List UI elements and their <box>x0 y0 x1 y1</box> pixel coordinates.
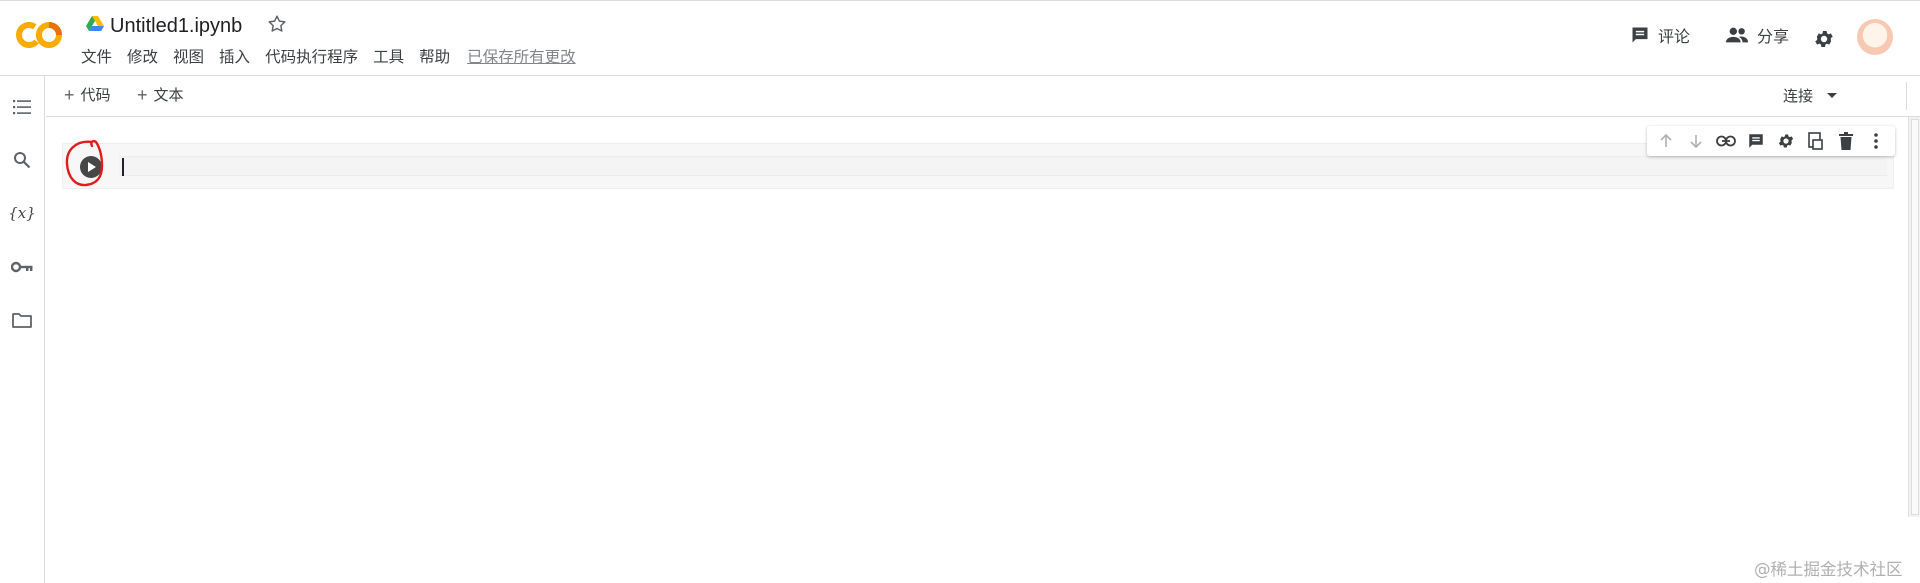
move-up-button[interactable] <box>1655 130 1677 152</box>
connect-label: 连接 <box>1783 88 1814 105</box>
caret-down-icon[interactable] <box>1827 93 1838 98</box>
drive-icon <box>86 16 104 31</box>
menu-tools[interactable]: 工具 <box>373 48 404 68</box>
toc-icon[interactable] <box>11 96 33 118</box>
cell-settings-button[interactable] <box>1775 130 1797 152</box>
copy-link-button[interactable] <box>1715 130 1737 152</box>
add-text-button[interactable]: + 文本 <box>137 84 184 105</box>
more-vert-icon <box>1874 133 1878 149</box>
link-icon <box>1716 135 1736 147</box>
comment-icon <box>1749 134 1763 148</box>
menu-view[interactable]: 视图 <box>173 48 204 68</box>
delete-icon <box>1839 132 1853 150</box>
move-down-button[interactable] <box>1685 130 1707 152</box>
code-editor[interactable] <box>119 156 1887 176</box>
notebook-title[interactable]: Untitled1.ipynb <box>110 12 242 40</box>
comment-icon <box>1632 27 1648 43</box>
share-button[interactable]: 分享 <box>1725 23 1789 47</box>
notebook-toolbar: + 代码 + 文本 连接 <box>46 76 1920 117</box>
comment-button[interactable]: 评论 <box>1630 23 1690 47</box>
add-code-label: 代码 <box>80 87 111 104</box>
arrow-up-icon <box>1660 133 1672 147</box>
scrollbar[interactable] <box>1908 117 1920 517</box>
delete-cell-button[interactable] <box>1835 130 1857 152</box>
comment-label: 评论 <box>1658 29 1691 46</box>
text-cursor <box>122 158 124 176</box>
watermark: @稀土掘金技术社区 <box>1754 560 1903 579</box>
avatar[interactable] <box>1857 19 1893 55</box>
share-label: 分享 <box>1757 29 1790 46</box>
more-options-button[interactable] <box>1865 130 1887 152</box>
search-icon[interactable] <box>11 149 33 171</box>
app-header: Untitled1.ipynb 文件 修改 视图 插入 代码执行程序 工具 帮助… <box>0 0 1920 76</box>
menu-edit[interactable]: 修改 <box>127 48 158 68</box>
people-icon <box>1725 27 1749 43</box>
plus-icon: + <box>64 84 75 105</box>
connect-button[interactable]: 连接 <box>1783 85 1838 106</box>
menu-runtime[interactable]: 代码执行程序 <box>265 48 358 68</box>
scrollbar-thumb[interactable] <box>1911 119 1919 515</box>
menu-insert[interactable]: 插入 <box>219 48 250 68</box>
gear-icon[interactable] <box>1813 28 1835 50</box>
play-icon <box>88 162 96 172</box>
star-icon[interactable] <box>266 13 288 35</box>
add-text-label: 文本 <box>153 87 184 104</box>
code-cell[interactable] <box>62 143 1894 189</box>
mirror-cell-icon <box>1808 132 1823 150</box>
plus-icon: + <box>137 84 148 105</box>
gear-icon <box>1778 134 1794 148</box>
mirror-cell-button[interactable] <box>1805 130 1827 152</box>
folder-icon[interactable] <box>11 309 33 331</box>
run-cell-button[interactable] <box>80 156 102 178</box>
add-comment-button[interactable] <box>1745 130 1767 152</box>
colab-logo[interactable] <box>14 17 64 53</box>
add-code-button[interactable]: + 代码 <box>64 84 111 105</box>
saved-status-link[interactable]: 已保存所有更改 <box>467 48 576 68</box>
toolbar-divider <box>1906 82 1907 110</box>
cell-toolbar <box>1647 126 1895 156</box>
variables-icon[interactable]: {x} <box>8 202 36 224</box>
menu-file[interactable]: 文件 <box>81 48 112 68</box>
menu-bar: 文件 修改 视图 插入 代码执行程序 工具 帮助 已保存所有更改 <box>81 48 591 68</box>
arrow-down-icon <box>1690 135 1702 149</box>
key-icon[interactable] <box>11 256 33 278</box>
left-sidebar: {x} <box>0 76 45 583</box>
menu-help[interactable]: 帮助 <box>419 48 450 68</box>
